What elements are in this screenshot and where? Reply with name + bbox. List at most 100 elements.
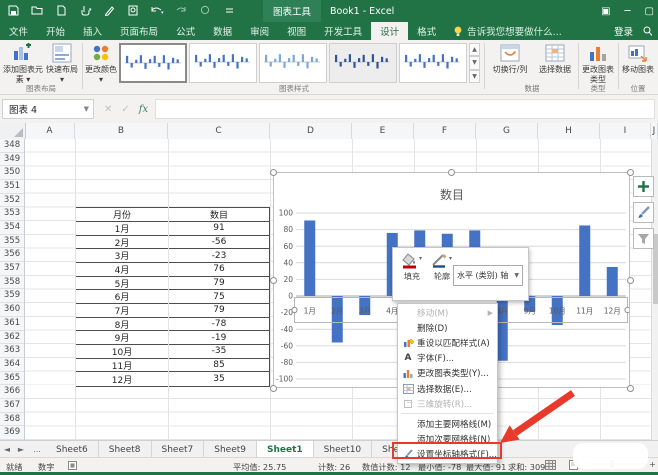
- undo-icon[interactable]: ▾: [150, 3, 164, 17]
- gallery-scroll-arrows[interactable]: ▲ ▼ ▼: [469, 43, 480, 83]
- switch-row-col-button[interactable]: 切换行/列: [488, 42, 532, 75]
- chart-filters-button[interactable]: [633, 228, 654, 249]
- cell-value[interactable]: -56: [169, 236, 269, 249]
- column-header-G[interactable]: G: [476, 123, 538, 139]
- change-colors-button[interactable]: 更改颜色 ▾: [85, 42, 117, 85]
- column-header-H[interactable]: H: [538, 123, 600, 139]
- table-row[interactable]: 6月75: [76, 290, 269, 304]
- sheet-tab-Sheet1[interactable]: Sheet1: [257, 441, 314, 458]
- tab-设计[interactable]: 设计: [371, 22, 408, 40]
- print-preview-icon[interactable]: [126, 3, 140, 17]
- chart-selection-handle[interactable]: [448, 169, 455, 176]
- row-header-355[interactable]: 355: [0, 235, 24, 249]
- pen-icon[interactable]: [102, 3, 116, 17]
- formula-input[interactable]: [155, 99, 655, 119]
- add-chart-element-button[interactable]: 添加图表元素 ▾: [2, 42, 44, 85]
- row-header-367[interactable]: 367: [0, 399, 24, 413]
- minimize-button[interactable]: ─: [625, 6, 631, 17]
- zoom-in-icon[interactable]: +: [649, 459, 656, 469]
- cell-month[interactable]: 11月: [76, 359, 169, 372]
- touch-mode-icon[interactable]: ▾: [78, 3, 92, 17]
- cell-month[interactable]: 12月: [76, 372, 169, 386]
- tab-数据[interactable]: 数据: [204, 22, 241, 40]
- sheet-tab-Sheet6[interactable]: Sheet6: [46, 441, 99, 458]
- menu-item-字体[interactable]: A字体(F)...: [398, 351, 497, 366]
- cell-month[interactable]: 7月: [76, 304, 169, 317]
- chart-styles-gallery[interactable]: [119, 43, 467, 83]
- table-row[interactable]: 10月-35: [76, 345, 269, 359]
- chart-style-thumbnail-4[interactable]: [329, 43, 397, 83]
- cell-value[interactable]: -35: [169, 345, 269, 358]
- chart-styles-button[interactable]: [633, 202, 654, 223]
- sheet-nav-right-icon[interactable]: ►: [14, 441, 28, 458]
- change-chart-type-button[interactable]: 更改图表类型: [580, 42, 616, 85]
- table-row[interactable]: 11月85: [76, 359, 269, 373]
- sheet-tab-Sheet10[interactable]: Sheet10: [314, 441, 372, 458]
- chart-elements-button[interactable]: [633, 176, 654, 197]
- save-icon[interactable]: [6, 3, 20, 17]
- column-header-F[interactable]: F: [414, 123, 476, 139]
- table-row[interactable]: 2月-56: [76, 236, 269, 250]
- menu-item-删除[interactable]: 删除(D): [398, 320, 497, 335]
- gallery-up-icon[interactable]: ▲: [469, 43, 480, 56]
- cell-value[interactable]: -19: [169, 331, 269, 344]
- tab-插入[interactable]: 插入: [74, 22, 111, 40]
- column-header-D[interactable]: D: [270, 123, 352, 139]
- name-box-dropdown-icon[interactable]: ▼: [84, 105, 89, 113]
- quick-layout-button[interactable]: 快速布局▾: [44, 42, 80, 85]
- cell-value[interactable]: 91: [169, 222, 269, 235]
- table-row[interactable]: 9月-19: [76, 331, 269, 345]
- menu-item-重设以匹配样式[interactable]: 重设以匹配样式(A): [398, 335, 497, 350]
- row-headers[interactable]: 3483493503513523533543553563573583593603…: [0, 139, 25, 440]
- row-header-351[interactable]: 351: [0, 180, 24, 194]
- cell-value[interactable]: 85: [169, 359, 269, 372]
- gallery-expand-icon[interactable]: ▼: [469, 70, 480, 83]
- tab-文件[interactable]: 文件: [0, 22, 37, 40]
- cell-value[interactable]: 79: [169, 277, 269, 290]
- sheet-nav-left-icon[interactable]: ◄: [0, 441, 14, 458]
- column-header-I[interactable]: I: [600, 123, 651, 139]
- fill-button[interactable]: ▾ 填充: [397, 252, 427, 282]
- row-header-350[interactable]: 350: [0, 166, 24, 180]
- row-header-365[interactable]: 365: [0, 372, 24, 386]
- row-header-366[interactable]: 366: [0, 385, 24, 399]
- tell-me-box[interactable]: 告诉我您想要做什么...: [445, 22, 570, 40]
- cell-month[interactable]: 5月: [76, 277, 169, 290]
- cell-month[interactable]: 3月: [76, 249, 169, 262]
- menu-item-更改图表类型[interactable]: 更改图表类型(Y)...: [398, 366, 497, 381]
- cell-month[interactable]: 4月: [76, 263, 169, 276]
- table-row[interactable]: 7月79: [76, 304, 269, 318]
- normal-view-icon[interactable]: [545, 460, 556, 472]
- signin-area[interactable]: 登录: [614, 22, 658, 40]
- chart-selection-handle[interactable]: [627, 277, 634, 284]
- row-header-357[interactable]: 357: [0, 262, 24, 276]
- macro-record-icon[interactable]: [68, 461, 77, 472]
- chart-style-thumbnail-1[interactable]: [119, 43, 187, 83]
- tab-开发工具[interactable]: 开发工具: [315, 22, 371, 40]
- column-header-E[interactable]: E: [352, 123, 414, 139]
- row-header-362[interactable]: 362: [0, 331, 24, 345]
- row-header-353[interactable]: 353: [0, 207, 24, 221]
- table-row[interactable]: 3月-23: [76, 249, 269, 263]
- sheet-tab-Sheet8[interactable]: Sheet8: [99, 441, 152, 458]
- column-header-C[interactable]: C: [168, 123, 270, 139]
- chart-style-thumbnail-2[interactable]: [189, 43, 257, 83]
- chart-style-thumbnail-3[interactable]: [259, 43, 327, 83]
- row-header-349[interactable]: 349: [0, 153, 24, 167]
- quick-access-toolbar[interactable]: ▾▾: [6, 3, 236, 17]
- gallery-down-icon[interactable]: ▼: [469, 56, 480, 69]
- row-header-369[interactable]: 369: [0, 426, 24, 440]
- cell-month[interactable]: 2月: [76, 236, 169, 249]
- cell-month[interactable]: 10月: [76, 345, 169, 358]
- sheet-tab-Sheet9[interactable]: Sheet9: [204, 441, 257, 458]
- table-row[interactable]: 1月91: [76, 222, 269, 236]
- cell-month[interactable]: 9月: [76, 331, 169, 344]
- maximize-button[interactable]: ▢: [645, 6, 654, 17]
- chart-element-selector[interactable]: 水平 (类别) 轴 ▼: [453, 265, 523, 286]
- tab-开始[interactable]: 开始: [37, 22, 74, 40]
- redo-icon[interactable]: [174, 3, 188, 17]
- sheet-tab-Sheet7[interactable]: Sheet7: [152, 441, 205, 458]
- open-icon[interactable]: [30, 3, 44, 17]
- refresh-icon[interactable]: [198, 3, 212, 17]
- row-header-363[interactable]: 363: [0, 344, 24, 358]
